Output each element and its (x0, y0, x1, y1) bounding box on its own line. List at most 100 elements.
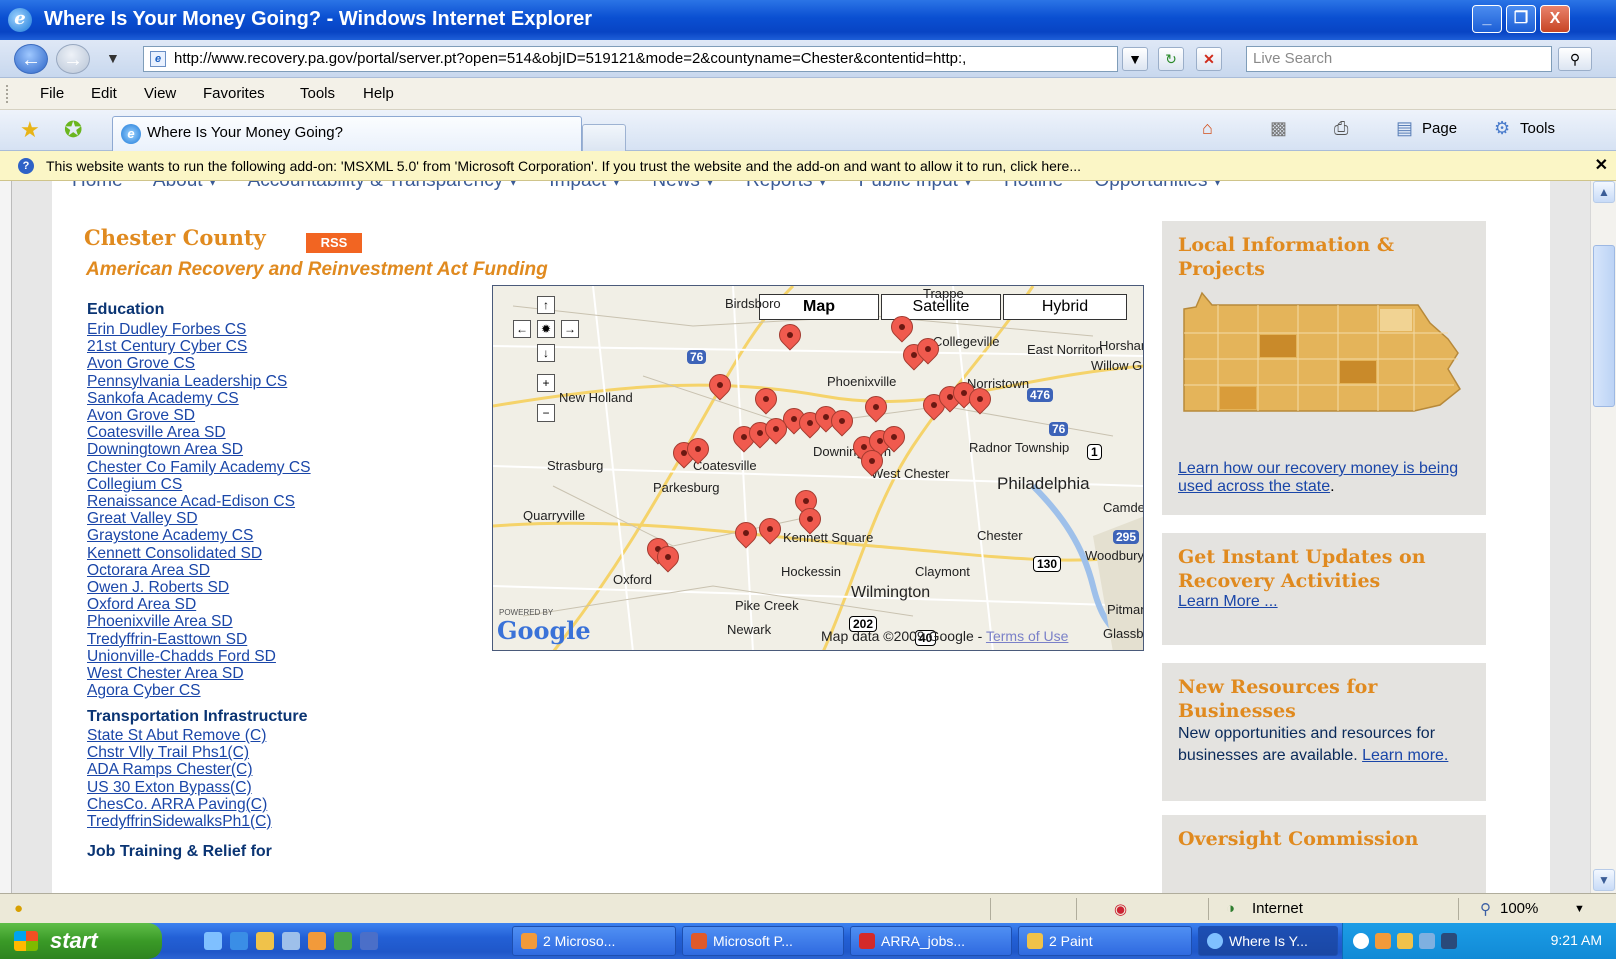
task-powerpoint[interactable]: Microsoft P... (682, 926, 844, 956)
education-link[interactable]: Kennett Consolidated SD (87, 545, 311, 562)
vertical-scrollbar[interactable]: ▲ ▼ (1590, 181, 1616, 893)
menu-favorites[interactable]: Favorites (203, 85, 265, 102)
education-link[interactable]: Erin Dudley Forbes CS (87, 321, 311, 338)
add-favorite-icon[interactable]: ✪ (64, 117, 82, 143)
education-link[interactable]: Collegium CS (87, 476, 311, 493)
education-link[interactable]: West Chester Area SD (87, 665, 311, 682)
new-tab-button[interactable] (582, 124, 626, 151)
nav-news[interactable]: News ▾ (652, 181, 714, 191)
transportation-link[interactable]: ADA Ramps Chester(C) (87, 761, 272, 778)
zoom-in-icon[interactable]: + (537, 374, 555, 392)
scroll-up-icon[interactable]: ▲ (1593, 181, 1615, 203)
pan-down-icon[interactable]: ↓ (537, 344, 555, 362)
transportation-link[interactable]: US 30 Exton Bypass(C) (87, 779, 272, 796)
menu-file[interactable]: File (40, 85, 64, 102)
transportation-link[interactable]: Chstr Vlly Trail Phs1(C) (87, 744, 272, 761)
education-link[interactable]: Owen J. Roberts SD (87, 579, 311, 596)
search-icon[interactable]: ⚲ (1558, 47, 1592, 71)
education-link[interactable]: Agora Cyber CS (87, 682, 311, 699)
pan-center-icon[interactable]: ✹ (537, 320, 555, 338)
updates-learn-more-link[interactable]: Learn More ... (1178, 593, 1278, 610)
search-input[interactable]: Live Search (1246, 46, 1552, 72)
pan-right-icon[interactable]: → (561, 320, 579, 338)
education-link[interactable]: Chester Co Family Academy CS (87, 459, 311, 476)
menu-help[interactable]: Help (363, 85, 394, 102)
minimize-button[interactable]: _ (1472, 5, 1502, 33)
tools-menu[interactable]: Tools (1520, 120, 1555, 137)
ie-quicklaunch-icon[interactable] (204, 932, 222, 950)
education-link[interactable]: Avon Grove SD (87, 407, 311, 424)
education-link[interactable]: Pennsylvania Leadership CS (87, 373, 311, 390)
google-logo[interactable]: Google (497, 616, 591, 645)
info-bar-close-icon[interactable]: ✕ (1595, 151, 1608, 180)
nav-accountability[interactable]: Accountability & Transparency ▾ (248, 181, 518, 191)
pan-left-icon[interactable]: ← (513, 320, 531, 338)
tray-back-icon[interactable] (1353, 933, 1369, 949)
menu-edit[interactable]: Edit (91, 85, 117, 102)
scroll-thumb[interactable] (1593, 245, 1615, 407)
education-link[interactable]: Unionville-Chadds Ford SD (87, 648, 311, 665)
education-link[interactable]: Great Valley SD (87, 510, 311, 527)
stop-button[interactable]: ✕ (1196, 47, 1222, 71)
tray-app-icon[interactable] (1397, 933, 1413, 949)
task-pdf[interactable]: ARRA_jobs... (850, 926, 1012, 956)
rss-button[interactable]: RSS (306, 233, 362, 253)
history-dropdown-icon[interactable]: ▼ (106, 50, 120, 66)
ie-alt-quicklaunch-icon[interactable] (230, 932, 248, 950)
nav-reports[interactable]: Reports ▾ (746, 181, 827, 191)
back-button[interactable]: ← (14, 44, 48, 74)
transportation-link[interactable]: State St Abut Remove (C) (87, 727, 272, 744)
local-info-link[interactable]: Learn how our recovery money is being us… (1178, 460, 1458, 495)
refresh-button[interactable]: ↻ (1158, 47, 1184, 71)
education-link[interactable]: Oxford Area SD (87, 596, 311, 613)
tray-outlook-icon[interactable] (1375, 933, 1391, 949)
task-ie[interactable]: Where Is Y... (1198, 926, 1338, 956)
education-link[interactable]: Renaissance Acad-Edison CS (87, 493, 311, 510)
education-link[interactable]: Avon Grove CS (87, 355, 311, 372)
education-link[interactable]: Graystone Academy CS (87, 527, 311, 544)
close-button[interactable]: X (1540, 5, 1570, 33)
feeds-icon[interactable]: ▩ (1270, 118, 1287, 139)
tray-volume-icon[interactable] (1441, 933, 1457, 949)
education-link[interactable]: Phoenixville Area SD (87, 613, 311, 630)
transportation-link[interactable]: TredyffrinSidewalksPh1(C) (87, 813, 272, 830)
folder-quicklaunch-icon[interactable] (256, 932, 274, 950)
word-quicklaunch-icon[interactable] (360, 932, 378, 950)
pan-up-icon[interactable]: ↑ (537, 296, 555, 314)
transportation-link[interactable]: ChesCo. ARRA Paving(C) (87, 796, 272, 813)
terms-of-use-link[interactable]: Terms of Use (986, 628, 1068, 644)
nav-hotline[interactable]: Hotline (1004, 181, 1063, 191)
page-menu[interactable]: Page (1422, 120, 1457, 137)
nav-opportunities[interactable]: Opportunities ▾ (1094, 181, 1222, 191)
tray-network-icon[interactable] (1419, 933, 1435, 949)
outlook-quicklaunch-icon[interactable] (308, 932, 326, 950)
excel-quicklaunch-icon[interactable] (334, 932, 352, 950)
map-type-hybrid[interactable]: Hybrid (1003, 294, 1127, 320)
county-map[interactable]: Map Satellite Hybrid ↑ ← ✹ → ↓ + − Birds… (492, 285, 1144, 651)
education-link[interactable]: Coatesville Area SD (87, 424, 311, 441)
info-bar[interactable]: ? This website wants to run the followin… (0, 151, 1616, 181)
clock[interactable]: 9:21 AM (1551, 932, 1602, 948)
zoom-out-icon[interactable]: − (537, 404, 555, 422)
restore-button[interactable]: ❐ (1506, 5, 1536, 33)
url-field[interactable]: e http://www.recovery.pa.gov/portal/serv… (143, 46, 1118, 72)
nav-public-input[interactable]: Public Input ▾ (859, 181, 973, 191)
education-link[interactable]: Octorara Area SD (87, 562, 311, 579)
print-icon[interactable]: ⎙ (1334, 118, 1348, 139)
education-link[interactable]: Tredyffrin-Easttown SD (87, 631, 311, 648)
education-link[interactable]: 21st Century Cyber CS (87, 338, 311, 355)
desktop-quicklaunch-icon[interactable] (282, 932, 300, 950)
tab-where-is-your-money-going[interactable]: e Where Is Your Money Going? (112, 116, 582, 151)
business-learn-more-link[interactable]: Learn more. (1362, 747, 1448, 764)
zoom-dropdown-icon[interactable]: ▼ (1574, 903, 1585, 915)
privacy-icon[interactable]: ◉ (1114, 900, 1127, 918)
zoom-level[interactable]: 100% (1500, 900, 1538, 917)
nav-about[interactable]: About ▾ (153, 181, 217, 191)
menu-view[interactable]: View (144, 85, 176, 102)
education-link[interactable]: Downingtown Area SD (87, 441, 311, 458)
scroll-down-icon[interactable]: ▼ (1593, 869, 1615, 891)
pennsylvania-county-map[interactable] (1178, 289, 1464, 419)
task-outlook[interactable]: 2 Microso... (512, 926, 676, 956)
home-icon[interactable]: ⌂ (1202, 118, 1213, 139)
favorites-center-icon[interactable]: ★ (20, 117, 40, 143)
